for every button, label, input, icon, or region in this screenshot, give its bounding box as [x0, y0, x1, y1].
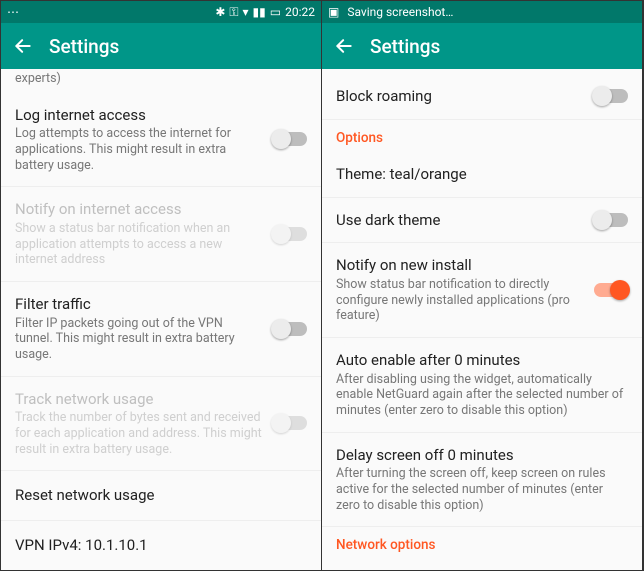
- item-notify-new-install[interactable]: Notify on new install Show status bar no…: [322, 243, 642, 338]
- item-auto-enable[interactable]: Auto enable after 0 minutes After disabl…: [322, 338, 642, 433]
- item-log-internet-access[interactable]: Log internet access Log attempts to acce…: [1, 93, 321, 188]
- item-delay-screen-off[interactable]: Delay screen off 0 minutes After turning…: [322, 433, 642, 528]
- app-bar: Settings: [1, 23, 321, 69]
- item-title: Reset network usage: [15, 486, 307, 505]
- item-title: Theme: teal/orange: [336, 165, 628, 184]
- item-title: VPN IPv4: 10.1.10.1: [15, 536, 307, 555]
- item-title: Log internet access: [15, 106, 263, 125]
- page-title: Settings: [49, 35, 119, 58]
- item-vpn-ipv4[interactable]: VPN IPv4: 10.1.10.1: [1, 521, 321, 570]
- key-icon: ⚿: [229, 6, 238, 18]
- settings-list[interactable]: Block roaming Options Theme: teal/orange…: [322, 69, 642, 570]
- item-subtitle: Track the number of bytes sent and recei…: [15, 410, 263, 457]
- toggle-block-roaming[interactable]: [594, 89, 628, 103]
- back-button[interactable]: [334, 36, 354, 56]
- toggle-notify-internet-access: [273, 227, 307, 241]
- signal-icon: ▮▮: [253, 6, 266, 18]
- item-reset-network-usage[interactable]: Reset network usage: [1, 471, 321, 521]
- settings-list[interactable]: experts) Log internet access Log attempt…: [1, 69, 321, 570]
- item-subtitle: After disabling using the widget, automa…: [336, 372, 628, 419]
- screen-left: ⋯ ✱ ⚿ ▾ ▮▮ ▭ 20:22 Settings experts) Log…: [1, 1, 322, 570]
- battery-icon: ▭: [270, 6, 281, 18]
- item-use-dark-theme[interactable]: Use dark theme: [322, 198, 642, 244]
- item-title: Notify on internet access: [15, 200, 263, 219]
- section-header-network-options: Network options: [322, 527, 642, 559]
- screen-right: ▣ Saving screenshot… Settings Block roam…: [322, 1, 643, 570]
- item-notify-internet-access: Notify on internet access Show a status …: [1, 187, 321, 282]
- item-subtitle: Show status bar notification to directly…: [336, 277, 584, 324]
- item-title: Use dark theme: [336, 211, 584, 230]
- toggle-notify-new-install[interactable]: [594, 283, 628, 297]
- item-subtitle: Show a status bar notification when an a…: [15, 221, 263, 268]
- section-header-options: Options: [322, 120, 642, 152]
- app-bar: Settings: [322, 23, 642, 69]
- back-button[interactable]: [13, 36, 33, 56]
- toggle-track-network-usage: [273, 416, 307, 430]
- item-title: Delay screen off 0 minutes: [336, 446, 628, 465]
- item-title: Notify on new install: [336, 256, 584, 275]
- item-title: Track network usage: [15, 390, 263, 409]
- toggle-log-internet-access[interactable]: [273, 132, 307, 146]
- item-theme[interactable]: Theme: teal/orange: [322, 152, 642, 198]
- status-bar: ⋯ ✱ ⚿ ▾ ▮▮ ▭ 20:22: [1, 1, 321, 23]
- wifi-icon: ▾: [243, 6, 249, 18]
- status-bar: ▣ Saving screenshot…: [322, 1, 642, 23]
- item-subtitle: Filter IP packets going out of the VPN t…: [15, 316, 263, 363]
- item-title: Auto enable after 0 minutes: [336, 351, 628, 370]
- toggle-use-dark-theme[interactable]: [594, 213, 628, 227]
- image-icon: ▣: [328, 6, 339, 18]
- status-text: Saving screenshot…: [347, 5, 453, 19]
- item-block-roaming[interactable]: Block roaming: [322, 69, 642, 120]
- overflow-icon: ⋯: [7, 6, 19, 18]
- bluetooth-icon: ✱: [215, 6, 225, 18]
- item-subtitle: Log attempts to access the internet for …: [15, 126, 263, 173]
- clock: 20:22: [285, 5, 315, 19]
- page-title: Settings: [370, 35, 440, 58]
- list-item[interactable]: experts): [1, 69, 321, 93]
- item-title: Block roaming: [336, 87, 584, 106]
- toggle-filter-traffic[interactable]: [273, 322, 307, 336]
- item-subtitle-fragment: experts): [15, 71, 307, 87]
- item-filter-traffic[interactable]: Filter traffic Filter IP packets going o…: [1, 282, 321, 377]
- item-subtitle: After turning the screen off, keep scree…: [336, 466, 628, 513]
- item-track-network-usage: Track network usage Track the number of …: [1, 377, 321, 472]
- item-title: Filter traffic: [15, 295, 263, 314]
